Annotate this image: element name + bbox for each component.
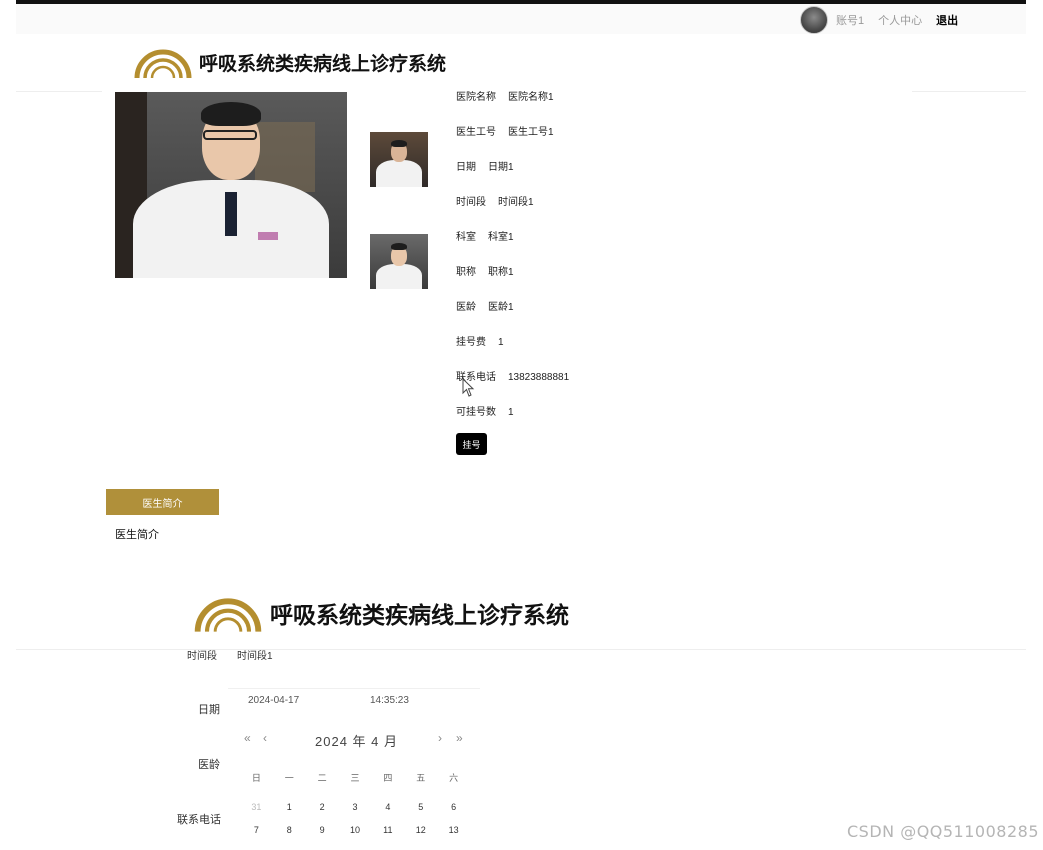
logout-link[interactable]: 退出: [936, 12, 958, 28]
time-input[interactable]: 14:35:23: [370, 695, 409, 706]
calendar-day[interactable]: 1: [273, 802, 306, 812]
info-row-experience: 医龄 医龄1: [456, 302, 514, 313]
calendar-day[interactable]: 7: [240, 825, 273, 835]
doctor-thumbnail[interactable]: [370, 234, 428, 289]
weekday: 六: [449, 773, 459, 783]
date-label: 日期: [198, 704, 220, 716]
info-row-title: 职称 职称1: [456, 267, 514, 278]
tab-doctor-intro[interactable]: 医生简介: [106, 489, 219, 515]
profile-link[interactable]: 个人中心: [878, 12, 922, 28]
weekday: 二: [317, 773, 327, 783]
form-divider: [16, 649, 1026, 650]
info-row-hospital: 医院名称 医院名称1: [456, 92, 554, 103]
info-row-department: 科室 科室1: [456, 232, 514, 243]
header-divider: [16, 91, 102, 92]
info-row-available: 可挂号数 1: [456, 407, 514, 418]
brand-header-secondary: 呼吸系统类疾病线上诊疗系统: [192, 592, 569, 634]
info-row-timeslot: 时间段 时间段1: [456, 197, 534, 208]
site-title: 呼吸系统类疾病线上诊疗系统: [270, 603, 569, 629]
weekday-header: 日 一 二 三 四 五 六: [240, 771, 470, 784]
info-row-fee: 挂号费 1: [456, 337, 504, 348]
weekday: 三: [350, 773, 360, 783]
watermark: CSDN @QQ511008285: [846, 822, 1039, 841]
user-area: 账号1 个人中心 退出: [800, 6, 958, 34]
site-title: 呼吸系统类疾病线上诊疗系统: [199, 52, 447, 75]
register-button[interactable]: 挂号: [456, 433, 487, 455]
logo-icon: [194, 598, 262, 632]
doctor-intro-text: 医生简介: [115, 529, 159, 541]
prev-year-icon[interactable]: «: [244, 731, 251, 745]
calendar-day[interactable]: 13: [437, 825, 470, 835]
prev-month-icon[interactable]: ‹: [263, 731, 267, 745]
avatar[interactable]: [800, 6, 828, 34]
calendar-day[interactable]: 2: [306, 802, 339, 812]
info-row-date: 日期 日期1: [456, 162, 514, 173]
timeslot-label: 时间段: [187, 651, 217, 662]
next-month-icon[interactable]: ›: [438, 731, 442, 745]
doctor-thumbnail[interactable]: [370, 132, 428, 187]
calendar-day[interactable]: 31: [240, 802, 273, 812]
calendar-days: 31 1 2 3 4 5 6 7 8 9 10 11 12 13: [240, 802, 470, 835]
calendar-day[interactable]: 6: [437, 802, 470, 812]
calendar-day[interactable]: 12: [404, 825, 437, 835]
mouse-cursor-icon: [462, 378, 475, 397]
weekday: 五: [416, 773, 426, 783]
calendar-header: 2024 年 4 月: [315, 734, 398, 749]
date-picker-panel: 2024-04-17 14:35:23 « ‹ 2024 年 4 月 › » 日…: [228, 688, 480, 850]
date-input[interactable]: 2024-04-17: [248, 695, 299, 706]
account-name[interactable]: 账号1: [836, 12, 864, 28]
phone-label: 联系电话: [177, 814, 221, 826]
info-row-doctor-id: 医生工号 医生工号1: [456, 127, 554, 138]
calendar-day[interactable]: 10: [339, 825, 372, 835]
calendar-day[interactable]: 3: [339, 802, 372, 812]
experience-label: 医龄: [198, 759, 220, 771]
weekday: 四: [383, 773, 393, 783]
calendar-day[interactable]: 8: [273, 825, 306, 835]
logo-icon: [134, 49, 192, 79]
weekday: 日: [251, 773, 261, 783]
doctor-photo: [115, 92, 347, 278]
calendar-day[interactable]: 9: [306, 825, 339, 835]
calendar-day[interactable]: 5: [404, 802, 437, 812]
next-year-icon[interactable]: »: [456, 731, 463, 745]
brand-header: 呼吸系统类疾病线上诊疗系统: [133, 44, 446, 80]
header-divider: [912, 91, 1026, 92]
timeslot-value: 时间段1: [237, 651, 273, 662]
calendar-day[interactable]: 11: [371, 825, 404, 835]
calendar-day[interactable]: 4: [371, 802, 404, 812]
weekday: 一: [284, 773, 294, 783]
